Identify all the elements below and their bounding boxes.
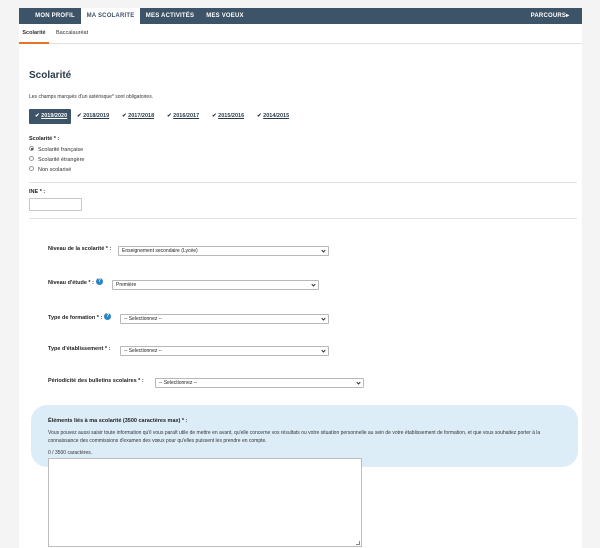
scolarite-label: Scolarité * : — [29, 136, 60, 142]
ine-input[interactable] — [29, 198, 82, 211]
select-value: Première — [116, 282, 137, 288]
label-text: Niveau d'étude * : — [48, 279, 94, 286]
page-container: MON PROFIL MA SCOLARITE MES ACTIVITÉS ME… — [19, 8, 582, 548]
radio-icon — [29, 166, 34, 172]
divider — [29, 218, 577, 219]
year-label: 2018/2019 — [83, 113, 110, 119]
chevron-down-icon — [356, 380, 361, 385]
tab-ma-scolarite[interactable]: MA SCOLARITE — [81, 8, 140, 24]
niveau-scolarite-label: Niveau de la scolarité * : — [48, 246, 112, 252]
year-tab-2019-2020[interactable]: ✔ 2019/2020 — [29, 109, 71, 124]
character-counter: 0 / 3500 caractères. — [48, 450, 93, 456]
radio-selected-icon — [29, 146, 34, 152]
chevron-down-icon — [321, 248, 326, 253]
radio-scolarite-francaise[interactable]: Scolarité française — [29, 146, 83, 154]
niveau-etude-select[interactable]: Première — [112, 280, 319, 290]
resize-handle-icon[interactable] — [356, 541, 360, 545]
select-value: Enseignement secondaire (Lycée) — [122, 248, 198, 254]
subtab-scolarite[interactable]: Scolarité — [19, 24, 49, 44]
chevron-down-icon — [321, 316, 326, 321]
year-tab-2016-2017[interactable]: ✔ 2016/2017 — [167, 109, 199, 124]
year-tab-2018-2019[interactable]: ✔ 2018/2019 — [77, 109, 109, 124]
type-formation-label: Type de formation * :? — [48, 313, 112, 321]
chevron-right-icon: ▸ — [566, 13, 570, 19]
periodicite-select[interactable]: -- Selectionnez -- — [155, 378, 364, 388]
check-icon: ✔ — [212, 113, 217, 119]
year-label: 2016/2017 — [173, 113, 200, 119]
elements-textarea[interactable] — [48, 458, 362, 547]
elements-description: Vous pouvez aussi saisir toute informati… — [48, 430, 541, 444]
chevron-down-icon — [311, 282, 316, 287]
help-icon[interactable]: ? — [104, 313, 112, 320]
check-icon: ✔ — [257, 113, 262, 119]
niveau-etude-label: Niveau d'étude * :? — [48, 278, 103, 286]
select-value: -- Selectionnez -- — [124, 316, 163, 322]
check-icon: ✔ — [35, 113, 40, 119]
sub-navigation: Scolarité Baccalauréat — [19, 24, 582, 44]
required-fields-hint: Les champs marqués d'un astérisque* sont… — [29, 94, 154, 100]
top-navigation: MON PROFIL MA SCOLARITE MES ACTIVITÉS ME… — [19, 8, 582, 24]
type-etablissement-label: Type d'établissement * : — [48, 346, 111, 352]
radio-non-scolarise[interactable]: Non scolarisé — [29, 166, 71, 174]
ine-label: INE * : — [29, 189, 46, 195]
year-label: 2014/2015 — [263, 113, 290, 119]
label-text: Type de formation * : — [48, 314, 103, 321]
tab-mes-activites[interactable]: MES ACTIVITÉS — [140, 8, 200, 24]
type-etablissement-select[interactable]: -- Selectionnez -- — [120, 346, 329, 356]
year-tab-2017-2018[interactable]: ✔ 2017/2018 — [122, 109, 154, 124]
radio-scolarite-etrangere[interactable]: Scolarité étrangère — [29, 156, 84, 164]
radio-label: Non scolarisé — [38, 167, 72, 173]
select-value: -- Selectionnez -- — [159, 380, 198, 386]
help-icon[interactable]: ? — [95, 278, 103, 285]
year-tab-2014-2015[interactable]: ✔ 2014/2015 — [257, 109, 289, 124]
year-tab-2015-2016[interactable]: ✔ 2015/2016 — [212, 109, 244, 124]
subtab-baccalaureat[interactable]: Baccalauréat — [56, 24, 88, 43]
year-label: 2019/2020 — [41, 113, 68, 119]
elements-title: Éléments liés à ma scolarité (3500 carac… — [48, 418, 188, 424]
radio-label: Scolarité française — [38, 147, 84, 153]
check-icon: ✔ — [122, 113, 127, 119]
periodicite-label: Périodicité des bulletins scolaires * : — [48, 378, 144, 384]
parcours-menu[interactable]: PARCOURS▸ — [524, 8, 576, 24]
radio-icon — [29, 156, 34, 162]
niveau-scolarite-select[interactable]: Enseignement secondaire (Lycée) — [118, 246, 329, 256]
page-background: MON PROFIL MA SCOLARITE MES ACTIVITÉS ME… — [0, 0, 600, 548]
year-label: 2015/2016 — [218, 113, 245, 119]
type-formation-select[interactable]: -- Selectionnez -- — [120, 314, 329, 324]
check-icon: ✔ — [167, 113, 172, 119]
check-icon: ✔ — [77, 113, 82, 119]
page-title: Scolarité — [29, 70, 72, 81]
year-label: 2017/2018 — [128, 113, 155, 119]
chevron-down-icon — [321, 348, 326, 353]
tab-mon-profil[interactable]: MON PROFIL — [29, 8, 81, 24]
parcours-label: PARCOURS — [530, 13, 567, 19]
radio-label: Scolarité étrangère — [38, 157, 85, 163]
select-value: -- Selectionnez -- — [124, 348, 163, 354]
tab-mes-voeux[interactable]: MES VOEUX — [200, 8, 250, 24]
divider — [29, 182, 577, 183]
